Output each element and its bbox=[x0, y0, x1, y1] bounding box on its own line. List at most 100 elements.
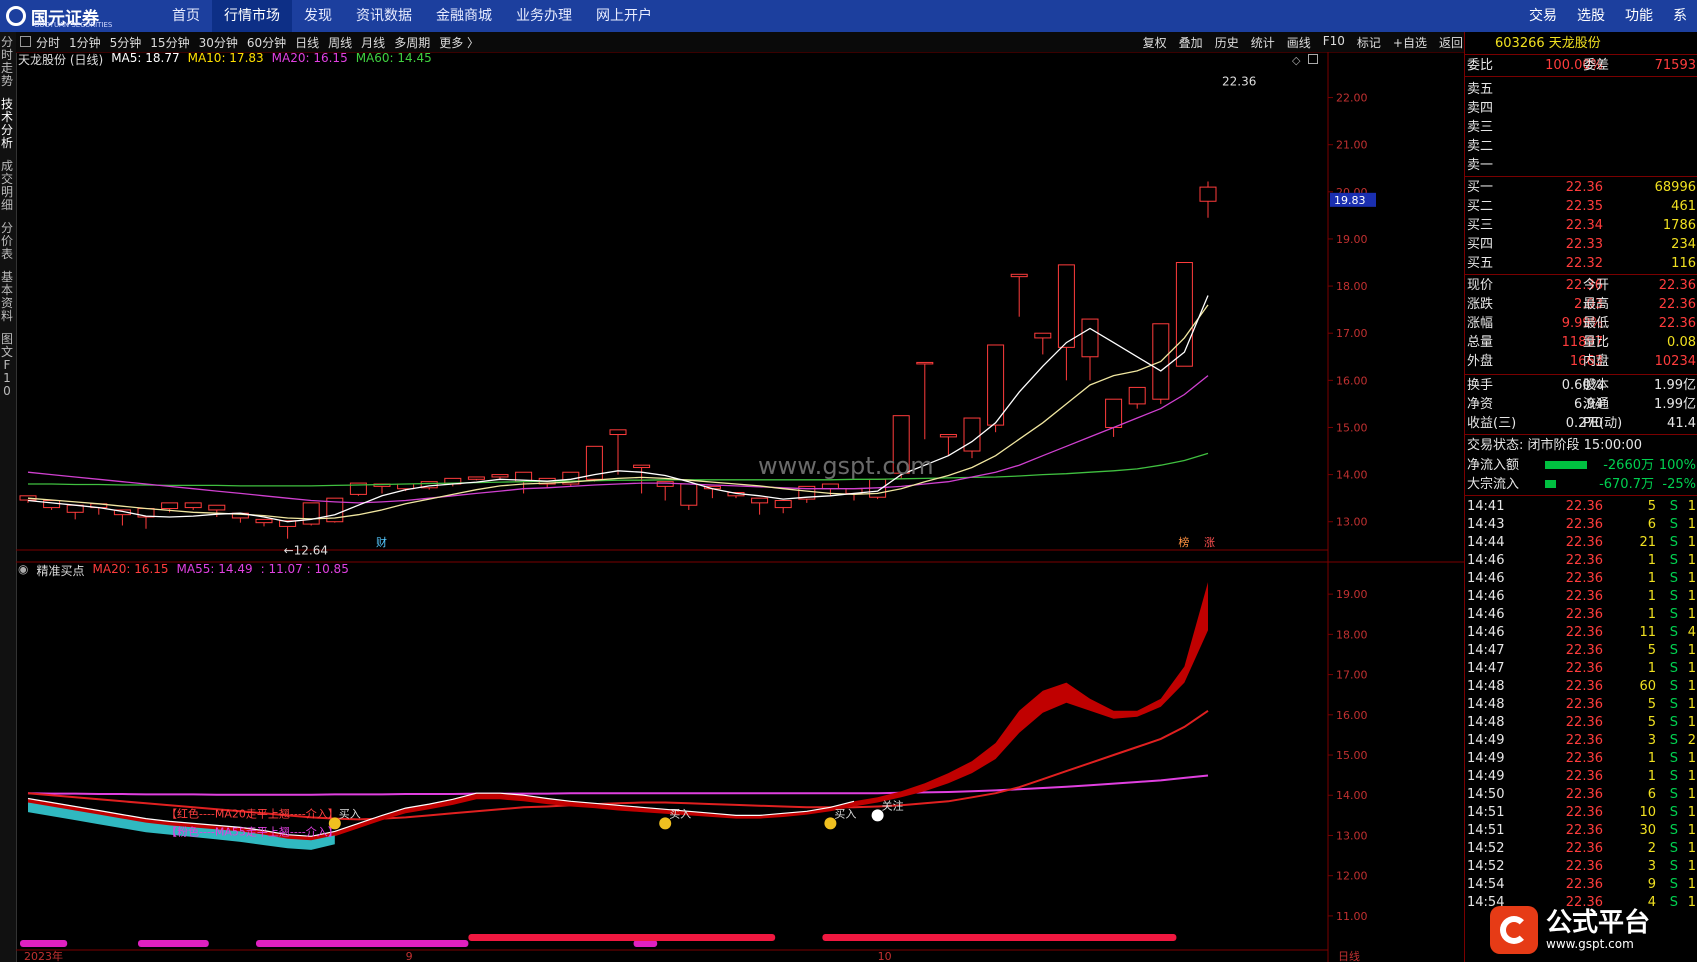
period-10[interactable]: 更多 〉 bbox=[439, 34, 479, 51]
tick-time: 14:49 bbox=[1467, 733, 1505, 748]
tick-count: 4 bbox=[1687, 625, 1696, 640]
nav-item-0[interactable]: 首页 bbox=[160, 0, 212, 32]
tool-3[interactable]: 统计 bbox=[1251, 34, 1275, 51]
vtabs-list: 分时走势技术分析成交明细分价表基本资料图文F10 bbox=[0, 32, 16, 398]
tool-0[interactable]: 复权 bbox=[1143, 34, 1167, 51]
bid-row: 买三 22.34 1786 bbox=[1465, 216, 1697, 235]
stat-label: 换手 bbox=[1467, 378, 1494, 393]
candle-body bbox=[1010, 273, 1028, 278]
tick-side: S bbox=[1669, 625, 1678, 640]
kline-chart[interactable]: 22.0021.0020.0019.0018.0017.0016.0015.00… bbox=[16, 52, 1464, 962]
tool-6[interactable]: 标记 bbox=[1357, 34, 1381, 51]
tool-5[interactable]: F10 bbox=[1323, 34, 1345, 51]
tick-row: 14:48 22.36 5 S 1 bbox=[1465, 695, 1697, 714]
tick-volume: 3 bbox=[1647, 859, 1656, 874]
tick-price: 22.36 bbox=[1565, 661, 1603, 676]
period-7[interactable]: 周线 bbox=[328, 34, 352, 51]
tick-volume: 1 bbox=[1647, 661, 1656, 676]
tool-1[interactable]: 叠加 bbox=[1179, 34, 1203, 51]
tick-row: 14:52 22.36 3 S 1 bbox=[1465, 857, 1697, 876]
tick-price: 22.36 bbox=[1565, 859, 1603, 874]
flow-value: -2660万 bbox=[1603, 458, 1654, 473]
period-5[interactable]: 60分钟 bbox=[247, 34, 286, 51]
tick-row: 14:49 22.36 3 S 2 bbox=[1465, 731, 1697, 750]
quote-title-row: 603266 天龙股份 bbox=[1465, 34, 1697, 53]
stat-label: 流通 bbox=[1583, 397, 1610, 412]
bid-price: 22.35 bbox=[1565, 199, 1603, 214]
tick-price: 22.36 bbox=[1565, 751, 1603, 766]
period-4[interactable]: 30分钟 bbox=[199, 34, 238, 51]
tick-time: 14:46 bbox=[1467, 625, 1505, 640]
left-tab-2[interactable]: 成交明细 bbox=[0, 160, 14, 212]
nav-item-1[interactable]: 行情市场 bbox=[212, 0, 292, 32]
divider bbox=[1465, 374, 1697, 375]
ask-row: 卖五 bbox=[1465, 80, 1697, 99]
tick-price: 22.36 bbox=[1565, 697, 1603, 712]
candle-body bbox=[1081, 318, 1099, 358]
period-3[interactable]: 15分钟 bbox=[150, 34, 189, 51]
tick-count: 1 bbox=[1687, 823, 1696, 838]
left-tab-3[interactable]: 分价表 bbox=[0, 222, 14, 261]
left-tab-4[interactable]: 基本资料 bbox=[0, 271, 14, 323]
nav-item-5[interactable]: 业务办理 bbox=[504, 0, 584, 32]
tool-4[interactable]: 画线 bbox=[1287, 34, 1311, 51]
tick-time: 14:47 bbox=[1467, 661, 1505, 676]
tick-row: 14:46 22.36 11 S 4 bbox=[1465, 623, 1697, 642]
period-1[interactable]: 1分钟 bbox=[69, 34, 101, 51]
tool-2[interactable]: 历史 bbox=[1215, 34, 1239, 51]
nav-item-3[interactable]: 资讯数据 bbox=[344, 0, 424, 32]
period-selector: 分时 1分钟 5分钟 15分钟 30分钟 60分钟 日线 周线 月线 多周期 更多 〉 bbox=[36, 34, 488, 51]
nav-right-item-2[interactable]: 功能 bbox=[1615, 0, 1663, 32]
stat-value: 22.36 bbox=[1658, 316, 1696, 331]
tick-side: S bbox=[1669, 733, 1678, 748]
tick-time: 14:52 bbox=[1467, 859, 1505, 874]
tick-price: 22.36 bbox=[1565, 643, 1603, 658]
tick-row: 14:52 22.36 2 S 1 bbox=[1465, 839, 1697, 858]
nav-right-item-1[interactable]: 选股 bbox=[1567, 0, 1615, 32]
quote-panel: 603266 天龙股份 委比 100.00% 委差 71593 卖五 卖四 卖三 卖二 卖一 买一 2… bbox=[1464, 32, 1697, 962]
flow-label: 大宗流入 bbox=[1467, 477, 1520, 492]
flow-pct: 100% bbox=[1658, 458, 1696, 473]
tick-price: 22.36 bbox=[1565, 805, 1603, 820]
tool-8[interactable]: 返回 bbox=[1439, 34, 1463, 51]
ma10-line bbox=[27, 304, 1209, 520]
nav-item-2[interactable]: 发现 bbox=[292, 0, 344, 32]
divider bbox=[1465, 495, 1697, 496]
tick-time: 14:54 bbox=[1467, 877, 1505, 892]
period-6[interactable]: 日线 bbox=[295, 34, 319, 51]
panel-toggle-icon[interactable] bbox=[20, 36, 31, 47]
nav-right-item-3[interactable]: 系 bbox=[1663, 0, 1697, 32]
trade-status: 交易状态: 闭市阶段 15:00:00 bbox=[1467, 438, 1643, 453]
left-tab-0[interactable]: 分时走势 bbox=[0, 36, 14, 88]
nav-item-4[interactable]: 金融商城 bbox=[424, 0, 504, 32]
ask-row: 卖一 bbox=[1465, 156, 1697, 175]
main-nav: 首页 行情市场 发现 资讯数据 金融商城 业务办理 网上开户 bbox=[160, 0, 664, 32]
tick-count: 1 bbox=[1687, 805, 1696, 820]
tick-time: 14:49 bbox=[1467, 769, 1505, 784]
stat-label: 股本 bbox=[1583, 378, 1610, 393]
brand-badge: 公式平台 www.gspt.com bbox=[1490, 902, 1697, 958]
nav-item-6[interactable]: 网上开户 bbox=[584, 0, 664, 32]
signal-bar-red bbox=[822, 934, 1177, 941]
left-tab-5[interactable]: 图文F10 bbox=[0, 333, 14, 398]
tick-time: 14:51 bbox=[1467, 805, 1505, 820]
tick-volume: 5 bbox=[1647, 643, 1656, 658]
left-tab-1[interactable]: 技术分析 bbox=[0, 98, 14, 150]
period-0[interactable]: 分时 bbox=[36, 34, 60, 51]
sub-tick-label: 17.00 bbox=[1336, 669, 1368, 682]
tick-time: 14:52 bbox=[1467, 841, 1505, 856]
limit-up-badge: 涨 bbox=[1204, 536, 1215, 549]
ask-label: 卖一 bbox=[1467, 158, 1494, 173]
period-9[interactable]: 多周期 bbox=[394, 34, 430, 51]
tick-count: 1 bbox=[1687, 499, 1696, 514]
nav-right-item-0[interactable]: 交易 bbox=[1519, 0, 1567, 32]
period-8[interactable]: 月线 bbox=[361, 34, 385, 51]
period-2[interactable]: 5分钟 bbox=[110, 34, 142, 51]
candle-body bbox=[963, 417, 981, 452]
bid-price: 22.33 bbox=[1565, 237, 1603, 252]
tool-7[interactable]: +自选 bbox=[1393, 34, 1427, 51]
tick-price: 22.36 bbox=[1565, 499, 1603, 514]
logo-subtitle: GUOYUAN SECURITIES bbox=[34, 21, 113, 29]
tick-price: 22.36 bbox=[1565, 877, 1603, 892]
high-price-label: 22.36 bbox=[1222, 75, 1256, 89]
